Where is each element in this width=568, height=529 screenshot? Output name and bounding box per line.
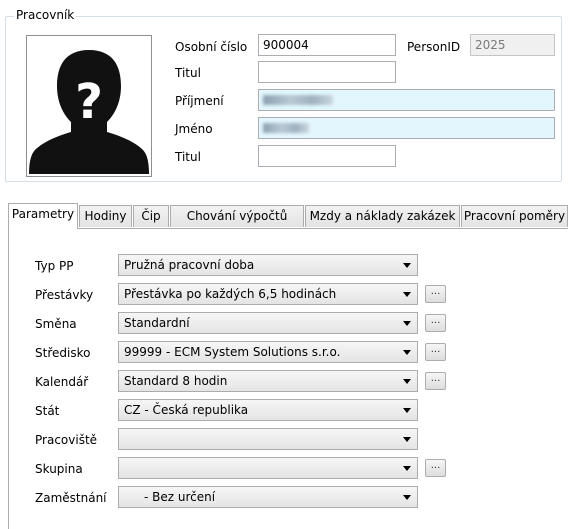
group-combo[interactable]: [118, 457, 418, 479]
surname-blurred-value: [263, 95, 333, 105]
shift-value: Standardní: [124, 316, 190, 330]
chevron-down-icon: [403, 350, 411, 355]
title-after-label: Titul: [175, 150, 201, 164]
first-name-field[interactable]: [258, 117, 555, 139]
breaks-combo[interactable]: Přestávka po každých 6,5 hodinách: [118, 283, 418, 305]
calendar-browse-button[interactable]: ...: [425, 372, 446, 390]
workplace-label: Pracoviště: [35, 433, 98, 447]
workplace-combo[interactable]: [118, 428, 418, 450]
employee-groupbox-title: Pracovník: [14, 8, 77, 22]
shift-label: Směna: [35, 317, 77, 331]
work-type-combo[interactable]: Pružná pracovní doba: [118, 254, 418, 276]
center-combo[interactable]: 99999 - ECM System Solutions s.r.o.: [118, 341, 418, 363]
svg-text:?: ?: [75, 74, 103, 130]
surname-field[interactable]: [258, 89, 555, 111]
first-name-blurred-value: [263, 123, 309, 133]
breaks-label: Přestávky: [35, 288, 94, 302]
title-before-field[interactable]: [258, 61, 396, 83]
tab-pracovni-pomery[interactable]: Pracovní poměry: [461, 205, 568, 227]
calendar-label: Kalendář: [35, 375, 89, 389]
chevron-down-icon: [403, 495, 411, 500]
employment-combo[interactable]: - Bez určení: [118, 486, 418, 508]
personal-number-label: Osobní číslo: [175, 40, 248, 54]
work-type-label: Typ PP: [35, 259, 74, 273]
group-label: Skupina: [35, 462, 83, 476]
unknown-person-silhouette-icon: ?: [29, 50, 149, 174]
chevron-down-icon: [403, 466, 411, 471]
center-label: Středisko: [35, 346, 91, 360]
chevron-down-icon: [403, 379, 411, 384]
calendar-combo[interactable]: Standard 8 hodin: [118, 370, 418, 392]
first-name-label: Jméno: [175, 122, 213, 136]
surname-label: Příjmení: [175, 94, 224, 108]
tab-mzdy-naklady[interactable]: Mzdy a náklady zakázek: [305, 205, 460, 227]
center-value: 99999 - ECM System Solutions s.r.o.: [124, 345, 341, 359]
employment-value: - Bez určení: [144, 490, 216, 504]
shift-combo[interactable]: Standardní: [118, 312, 418, 334]
chevron-down-icon: [403, 292, 411, 297]
employment-label: Zaměstnání: [35, 491, 107, 505]
title-after-field[interactable]: [258, 145, 396, 167]
chevron-down-icon: [403, 408, 411, 413]
tab-chovani-vypoctu[interactable]: Chování výpočtů: [170, 205, 304, 227]
state-combo[interactable]: CZ - Česká republika: [118, 399, 418, 421]
state-label: Stát: [35, 404, 60, 418]
chevron-down-icon: [403, 263, 411, 268]
group-browse-button[interactable]: ...: [425, 459, 446, 477]
title-before-label: Titul: [175, 66, 201, 80]
shift-browse-button[interactable]: ...: [425, 314, 446, 332]
work-type-value: Pružná pracovní doba: [124, 258, 255, 272]
center-browse-button[interactable]: ...: [425, 343, 446, 361]
person-id-label: PersonID: [407, 40, 461, 54]
chevron-down-icon: [403, 321, 411, 326]
breaks-browse-button[interactable]: ...: [425, 285, 446, 303]
person-id-field[interactable]: 2025: [470, 34, 555, 56]
tab-parametry[interactable]: Parametry: [8, 203, 78, 229]
employee-photo[interactable]: ?: [26, 35, 152, 177]
tab-hodiny[interactable]: Hodiny: [79, 205, 132, 227]
tab-cip[interactable]: Čip: [133, 205, 169, 227]
breaks-value: Přestávka po každých 6,5 hodinách: [124, 287, 337, 301]
calendar-value: Standard 8 hodin: [124, 374, 228, 388]
chevron-down-icon: [403, 437, 411, 442]
state-value: CZ - Česká republika: [124, 403, 249, 417]
personal-number-field[interactable]: 900004: [258, 34, 396, 56]
